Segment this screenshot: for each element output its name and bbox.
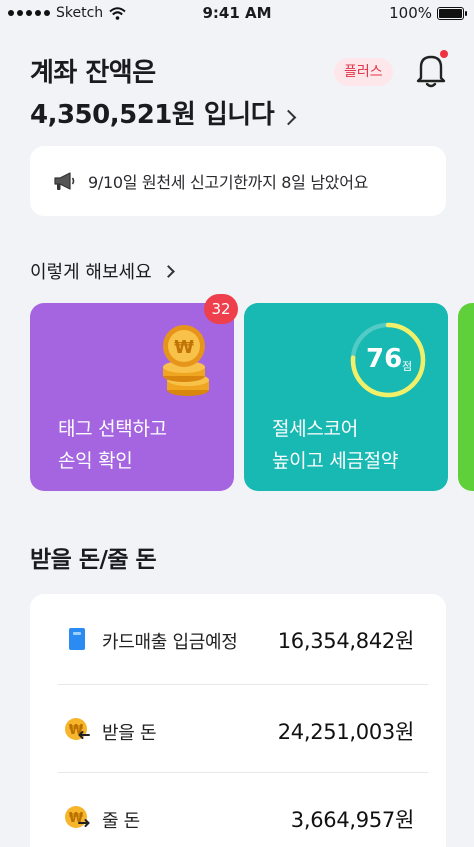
status-bar: Sketch 9:41 AM 100% (0, 0, 474, 28)
notification-dot (440, 50, 448, 58)
tax-deadline-notice[interactable]: 9/10일 원천세 신고기한까지 8일 남았어요 (30, 146, 446, 216)
row-value: 16,354,842원 (277, 629, 415, 653)
battery-group: 100% (389, 4, 467, 22)
list-row-card-sales[interactable]: 카드매출 입금예정 16,354,842원 (30, 594, 446, 682)
list-row-receivable[interactable]: ₩ 받을 돈 24,251,003원 (30, 685, 446, 773)
tag-card-line1: 태그 선택하고 (58, 418, 167, 440)
coins-icon: ₩ (163, 325, 209, 396)
battery-percent: 100% (389, 4, 432, 22)
row-label: 줄 돈 (102, 811, 140, 832)
row-value: 3,664,957원 (290, 808, 415, 832)
next-suggestion-card[interactable] (458, 303, 474, 491)
row-label: 받을 돈 (102, 723, 157, 744)
row-value: 24,251,003원 (277, 720, 415, 744)
chevron-right-icon (161, 264, 175, 278)
receivables-list: 카드매출 입금예정 16,354,842원 ₩ 받을 돈 24,251,003원… (30, 594, 446, 847)
list-row-payable[interactable]: ₩ 줄 돈 3,664,957원 (30, 773, 446, 847)
battery-level-fill (439, 8, 462, 18)
suggestions-heading-label: 이렇게 해보세요 (30, 262, 152, 283)
notice-text: 9/10일 원천세 신고기한까지 8일 남았어요 (88, 173, 369, 192)
megaphone-icon (54, 172, 75, 190)
won-coin-in-icon: ₩ (65, 718, 90, 740)
won-coin-out-icon: ₩ (65, 806, 90, 828)
balance-title-line1: 계좌 잔액은 (30, 58, 156, 88)
tax-score-unit: 점 (402, 360, 413, 373)
notification-count-badge: 32 (204, 294, 238, 324)
suggestions-heading[interactable]: 이렇게 해보세요 (30, 258, 175, 284)
row-label: 카드매출 입금예정 (102, 632, 238, 653)
tag-card-line2: 손익 확인 (58, 450, 133, 472)
plus-badge[interactable]: 플러스 (334, 58, 393, 86)
balance-amount-row[interactable]: 4,350,521원 입니다 (30, 94, 296, 136)
svg-text:₩: ₩ (174, 337, 194, 358)
score-card-text: 절세스코어 높이고 세금절약 (272, 413, 398, 477)
battery-icon (437, 6, 467, 20)
tax-score-value: 76 (366, 344, 403, 374)
score-card-line2: 높이고 세금절약 (272, 450, 399, 472)
balance-heading[interactable]: 계좌 잔액은 4,350,521원 입니다 (30, 52, 296, 136)
card-icon (69, 628, 85, 650)
balance-amount: 4,350,521원 입니다 (30, 100, 275, 130)
chevron-right-icon (280, 109, 296, 126)
tag-card-text: 태그 선택하고 손익 확인 (58, 413, 167, 477)
score-card-line1: 절세스코어 (272, 418, 358, 440)
receivables-heading: 받을 돈/줄 돈 (30, 547, 157, 573)
